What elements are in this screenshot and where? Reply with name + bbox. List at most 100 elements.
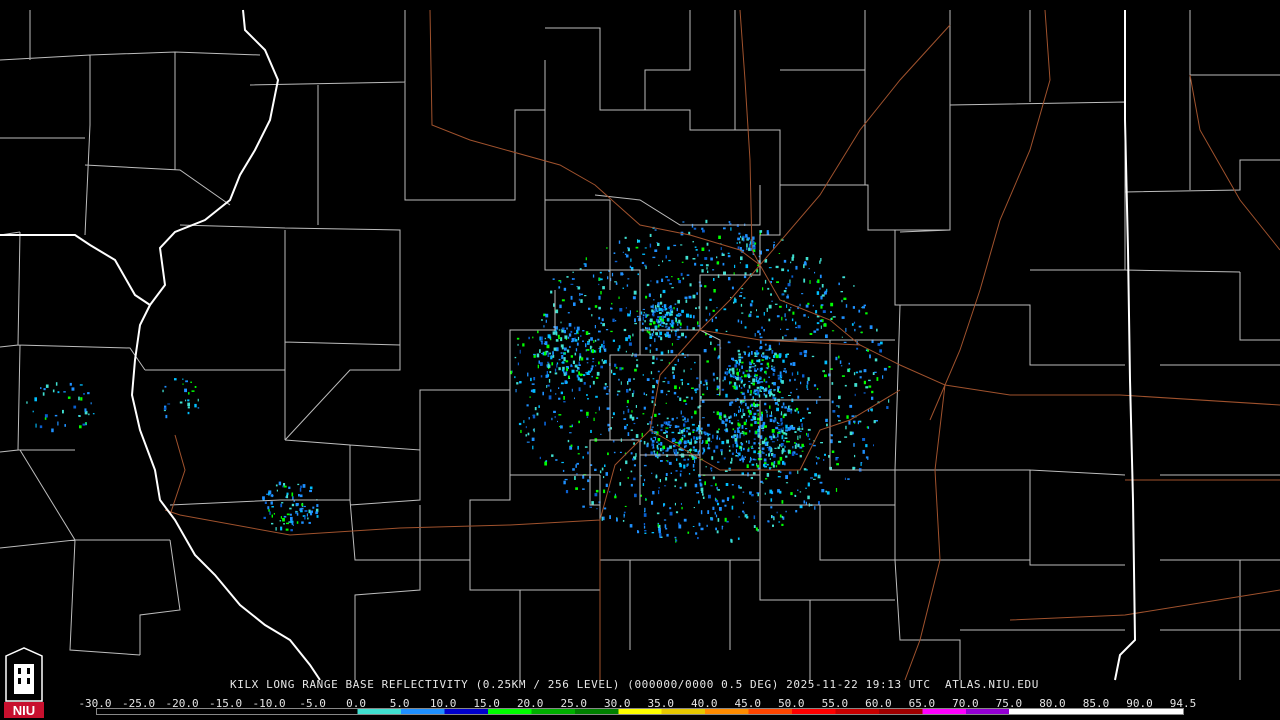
echo-pixel: [605, 329, 609, 331]
echo-pixel: [749, 303, 753, 307]
echo-pixel: [817, 279, 820, 284]
echo-pixel: [777, 433, 779, 438]
echo-pixel: [769, 405, 771, 409]
echo-pixel: [743, 374, 747, 378]
echo-pixel: [768, 304, 772, 309]
echo-pixel: [652, 447, 655, 449]
echo-pixel: [650, 371, 653, 375]
echo-pixel: [516, 337, 520, 340]
echo-pixel: [706, 242, 709, 246]
echo-pixel: [666, 318, 670, 322]
echo-pixel: [836, 405, 839, 407]
echo-pixel: [836, 457, 839, 459]
echo-pixel: [677, 300, 680, 304]
echo-pixel: [759, 340, 762, 344]
echo-pixel: [775, 426, 779, 430]
echo-pixel: [657, 424, 659, 427]
echo-pixel: [761, 414, 763, 417]
echo-pixel: [776, 281, 779, 283]
echo-pixel: [781, 380, 784, 384]
echo-pixel: [823, 291, 827, 295]
echo-pixel: [552, 331, 556, 335]
echo-pixel: [591, 367, 593, 370]
echo-pixel: [753, 450, 756, 454]
echo-pixel: [790, 492, 793, 496]
echo-pixel: [34, 397, 37, 402]
echo-pixel: [642, 253, 646, 255]
echo-pixel: [626, 389, 629, 393]
echo-pixel: [766, 463, 769, 466]
echo-pixel: [62, 409, 64, 414]
echo-pixel: [747, 375, 751, 379]
echo-pixel: [808, 412, 811, 414]
echo-pixel: [616, 393, 619, 396]
echo-pixel: [830, 302, 834, 307]
echo-pixel: [742, 501, 745, 504]
echo-pixel: [757, 330, 760, 333]
echo-pixel: [574, 333, 577, 335]
echo-pixel: [721, 441, 725, 445]
echo-pixel: [710, 467, 713, 470]
echo-pixel: [645, 394, 648, 396]
echo-pixel: [42, 392, 45, 396]
echo-pixel: [657, 302, 660, 306]
echo-pixel: [694, 440, 697, 444]
echo-pixel: [579, 355, 582, 359]
echo-pixel: [710, 517, 713, 520]
echo-pixel: [676, 417, 678, 419]
echo-pixel: [660, 389, 664, 394]
echo-pixel: [731, 484, 734, 486]
echo-pixel: [649, 233, 652, 237]
echo-pixel: [592, 274, 595, 278]
echo-pixel: [787, 294, 789, 296]
echo-pixel: [661, 325, 664, 327]
echo-pixel: [858, 309, 861, 313]
echo-pixel: [685, 396, 689, 399]
echo-pixel: [770, 506, 773, 509]
echo-pixel: [758, 394, 761, 398]
echo-pixel: [704, 379, 708, 383]
echo-pixel: [603, 476, 605, 479]
echo-pixel: [677, 335, 681, 339]
echo-pixel: [651, 396, 655, 399]
echo-pixel: [868, 379, 871, 382]
echo-pixel: [694, 448, 698, 452]
echo-pixel: [283, 483, 286, 486]
echo-pixel: [663, 421, 666, 424]
echo-pixel: [783, 370, 786, 372]
echo-pixel: [791, 452, 795, 456]
echo-pixel: [773, 382, 776, 386]
echo-pixel: [719, 507, 722, 511]
echo-pixel: [726, 368, 728, 371]
echo-pixel: [739, 434, 741, 439]
echo-pixel: [691, 416, 693, 419]
echo-pixel: [546, 364, 548, 367]
echo-pixel: [777, 460, 781, 465]
echo-pixel: [740, 320, 743, 324]
echo-pixel: [295, 511, 298, 513]
echo-pixel: [554, 368, 557, 372]
echo-pixel: [750, 311, 752, 314]
echo-pixel: [818, 501, 820, 505]
echo-pixel: [659, 308, 663, 311]
echo-pixel: [651, 362, 655, 365]
echo-pixel: [571, 338, 575, 342]
echo-pixel: [707, 437, 711, 442]
echo-pixel: [598, 306, 601, 310]
echo-pixel: [758, 359, 761, 363]
echo-pixel: [806, 388, 809, 390]
echo-pixel: [674, 502, 676, 506]
echo-pixel: [636, 315, 639, 318]
echo-pixel: [705, 219, 708, 224]
echo-pixel: [852, 306, 855, 309]
echo-pixel: [545, 319, 547, 323]
echo-pixel: [655, 474, 658, 479]
echo-pixel: [611, 369, 613, 374]
echo-pixel: [615, 366, 618, 369]
echo-pixel: [821, 284, 824, 288]
echo-pixel: [734, 264, 736, 268]
echo-pixel: [197, 398, 199, 402]
echo-pixel: [671, 417, 674, 421]
echo-pixel: [596, 508, 598, 510]
echo-pixel: [280, 526, 283, 531]
